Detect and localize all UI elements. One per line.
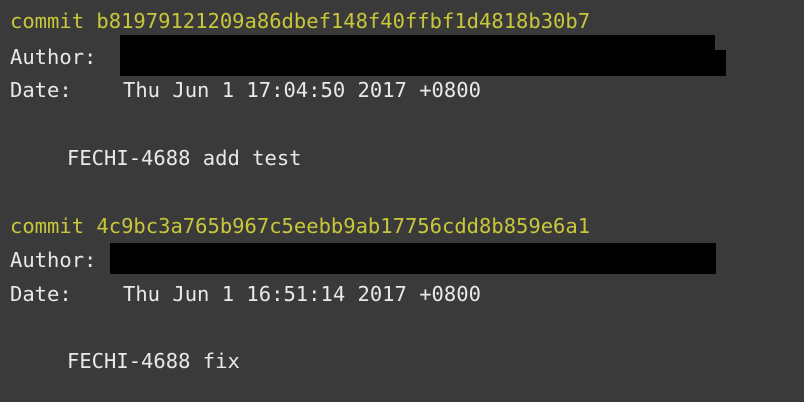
commit-hash[interactable]: 4c9bc3a765b967c5eebb9ab17756cdd8b859e6a1: [96, 214, 590, 238]
author-redaction: [110, 243, 716, 274]
terminal-window: commit b81979121209a86dbef148f40ffbf1d48…: [0, 0, 804, 402]
date-label: Date:: [10, 78, 72, 102]
author-line: Author:: [10, 245, 96, 275]
author-line: Author:: [10, 42, 96, 72]
author-label: Author:: [10, 248, 97, 272]
commit-line: commit 4c9bc3a765b967c5eebb9ab17756cdd8b…: [10, 211, 590, 241]
commit-message: FECHI-4688 add test: [67, 146, 302, 170]
date-value: Thu Jun 1 16:51:14 2017 +0800: [123, 282, 481, 306]
author-redaction: [120, 50, 726, 76]
date-value: Thu Jun 1 17:04:50 2017 +0800: [123, 78, 481, 102]
commit-message: FECHI-4688 fix: [67, 349, 240, 373]
author-label: Author:: [10, 45, 97, 69]
date-line: Date: Thu Jun 1 16:51:14 2017 +0800: [10, 279, 570, 309]
commit-line: commit b81979121209a86dbef148f40ffbf1d48…: [10, 6, 590, 36]
date-line: Date: Thu Jun 1 17:04:50 2017 +0800: [10, 75, 570, 105]
commit-hash[interactable]: b81979121209a86dbef148f40ffbf1d4818b30b7: [96, 9, 590, 33]
date-label: Date:: [10, 282, 72, 306]
commit-keyword: commit: [10, 9, 85, 33]
commit-keyword: commit: [10, 214, 85, 238]
